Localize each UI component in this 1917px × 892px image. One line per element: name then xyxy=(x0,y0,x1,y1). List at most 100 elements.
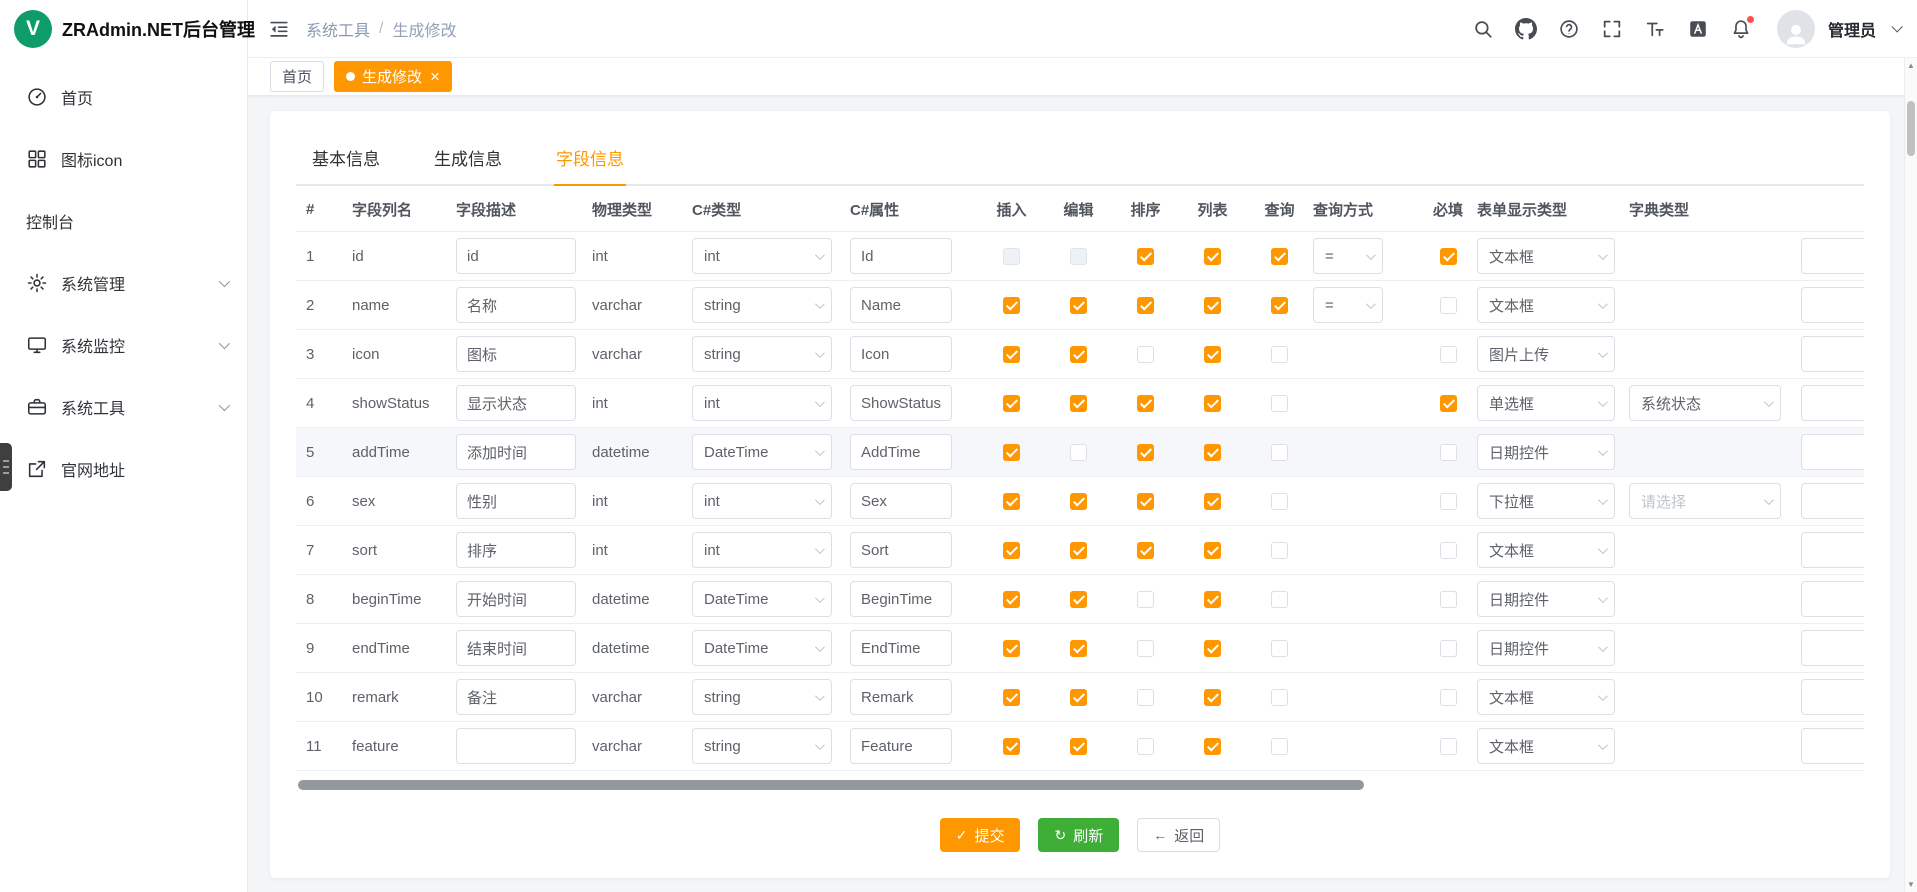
display-type-select[interactable]: 单选框 xyxy=(1477,385,1615,421)
sort-checkbox[interactable] xyxy=(1137,493,1154,510)
horizontal-scrollbar[interactable] xyxy=(296,780,1864,790)
list-checkbox[interactable] xyxy=(1204,297,1221,314)
csharp-property-input[interactable] xyxy=(850,287,952,323)
edit-checkbox[interactable] xyxy=(1070,640,1087,657)
required-checkbox[interactable] xyxy=(1440,248,1457,265)
sort-checkbox[interactable] xyxy=(1137,738,1154,755)
list-checkbox[interactable] xyxy=(1204,248,1221,265)
font-size-icon[interactable] xyxy=(1644,18,1666,40)
query-mode-select[interactable]: = xyxy=(1313,287,1383,323)
list-checkbox[interactable] xyxy=(1204,395,1221,412)
extra-input[interactable] xyxy=(1801,434,1864,470)
sort-checkbox[interactable] xyxy=(1137,444,1154,461)
query-checkbox[interactable] xyxy=(1271,248,1288,265)
field-description-input[interactable] xyxy=(456,287,576,323)
required-checkbox[interactable] xyxy=(1440,297,1457,314)
csharp-type-select[interactable]: string xyxy=(692,679,832,715)
sort-checkbox[interactable] xyxy=(1137,689,1154,706)
query-checkbox[interactable] xyxy=(1271,297,1288,314)
display-type-select[interactable]: 文本框 xyxy=(1477,679,1615,715)
edit-checkbox[interactable] xyxy=(1070,395,1087,412)
insert-checkbox[interactable] xyxy=(1003,542,1020,559)
insert-checkbox[interactable] xyxy=(1003,738,1020,755)
breadcrumb-item-parent[interactable]: 系统工具 xyxy=(306,17,370,41)
csharp-type-select[interactable]: string xyxy=(692,336,832,372)
csharp-property-input[interactable] xyxy=(850,581,952,617)
display-type-select[interactable]: 文本框 xyxy=(1477,532,1615,568)
theme-drawer-handle[interactable] xyxy=(0,443,12,491)
sidebar-item-icons[interactable]: 图标icon xyxy=(0,128,247,190)
avatar[interactable] xyxy=(1777,10,1815,48)
insert-checkbox[interactable] xyxy=(1003,591,1020,608)
csharp-type-select[interactable]: string xyxy=(692,287,832,323)
display-type-select[interactable]: 日期控件 xyxy=(1477,630,1615,666)
edit-checkbox[interactable] xyxy=(1070,297,1087,314)
edit-checkbox[interactable] xyxy=(1070,689,1087,706)
insert-checkbox[interactable] xyxy=(1003,395,1020,412)
csharp-property-input[interactable] xyxy=(850,728,952,764)
query-mode-select[interactable]: = xyxy=(1313,238,1383,274)
csharp-property-input[interactable] xyxy=(850,238,952,274)
sidebar-item-home[interactable]: 首页 xyxy=(0,66,247,128)
display-type-select[interactable]: 文本框 xyxy=(1477,728,1615,764)
csharp-type-select[interactable]: int xyxy=(692,238,832,274)
sort-checkbox[interactable] xyxy=(1137,248,1154,265)
submit-button[interactable]: ✓提交 xyxy=(940,818,1021,852)
query-checkbox[interactable] xyxy=(1271,689,1288,706)
bell-icon[interactable] xyxy=(1730,18,1752,40)
sort-checkbox[interactable] xyxy=(1137,346,1154,363)
search-icon[interactable] xyxy=(1472,18,1494,40)
query-checkbox[interactable] xyxy=(1271,395,1288,412)
extra-input[interactable] xyxy=(1801,532,1864,568)
field-description-input[interactable] xyxy=(456,679,576,715)
field-description-input[interactable] xyxy=(456,728,576,764)
extra-input[interactable] xyxy=(1801,679,1864,715)
scroll-down-icon[interactable]: ▼ xyxy=(1907,877,1915,892)
back-button[interactable]: ←返回 xyxy=(1137,818,1220,852)
sidebar-item-system-tools[interactable]: 系统工具 xyxy=(0,376,247,438)
edit-checkbox[interactable] xyxy=(1070,542,1087,559)
sidebar-item-website[interactable]: 官网地址 xyxy=(0,438,247,500)
csharp-property-input[interactable] xyxy=(850,483,952,519)
required-checkbox[interactable] xyxy=(1440,542,1457,559)
sort-checkbox[interactable] xyxy=(1137,591,1154,608)
list-checkbox[interactable] xyxy=(1204,444,1221,461)
csharp-type-select[interactable]: DateTime xyxy=(692,434,832,470)
tab-fields[interactable]: 字段信息 xyxy=(554,133,626,184)
extra-input[interactable] xyxy=(1801,385,1864,421)
query-checkbox[interactable] xyxy=(1271,346,1288,363)
dict-type-select[interactable]: 请选择 xyxy=(1629,483,1781,519)
field-description-input[interactable] xyxy=(456,483,576,519)
required-checkbox[interactable] xyxy=(1440,395,1457,412)
sidebar-collapse-icon[interactable] xyxy=(268,18,290,40)
csharp-type-select[interactable]: int xyxy=(692,483,832,519)
extra-input[interactable] xyxy=(1801,728,1864,764)
vscroll-thumb[interactable] xyxy=(1907,101,1915,156)
query-checkbox[interactable] xyxy=(1271,640,1288,657)
csharp-property-input[interactable] xyxy=(850,434,952,470)
insert-checkbox[interactable] xyxy=(1003,640,1020,657)
insert-checkbox[interactable] xyxy=(1003,297,1020,314)
sidebar-item-system-admin[interactable]: 系统管理 xyxy=(0,252,247,314)
list-checkbox[interactable] xyxy=(1204,640,1221,657)
field-description-input[interactable] xyxy=(456,532,576,568)
chevron-down-icon[interactable] xyxy=(1891,21,1902,32)
scroll-up-icon[interactable]: ▲ xyxy=(1907,58,1915,73)
csharp-property-input[interactable] xyxy=(850,532,952,568)
insert-checkbox[interactable] xyxy=(1003,689,1020,706)
query-checkbox[interactable] xyxy=(1271,444,1288,461)
csharp-property-input[interactable] xyxy=(850,679,952,715)
required-checkbox[interactable] xyxy=(1440,591,1457,608)
language-icon[interactable] xyxy=(1687,18,1709,40)
tab-basic[interactable]: 基本信息 xyxy=(310,133,382,184)
sidebar-item-console[interactable]: 控制台 xyxy=(0,190,247,252)
sort-checkbox[interactable] xyxy=(1137,640,1154,657)
csharp-type-select[interactable]: int xyxy=(692,532,832,568)
field-description-input[interactable] xyxy=(456,630,576,666)
sidebar-item-system-monitor[interactable]: 系统监控 xyxy=(0,314,247,376)
field-description-input[interactable] xyxy=(456,581,576,617)
required-checkbox[interactable] xyxy=(1440,738,1457,755)
query-checkbox[interactable] xyxy=(1271,493,1288,510)
insert-checkbox[interactable] xyxy=(1003,444,1020,461)
field-description-input[interactable] xyxy=(456,238,576,274)
